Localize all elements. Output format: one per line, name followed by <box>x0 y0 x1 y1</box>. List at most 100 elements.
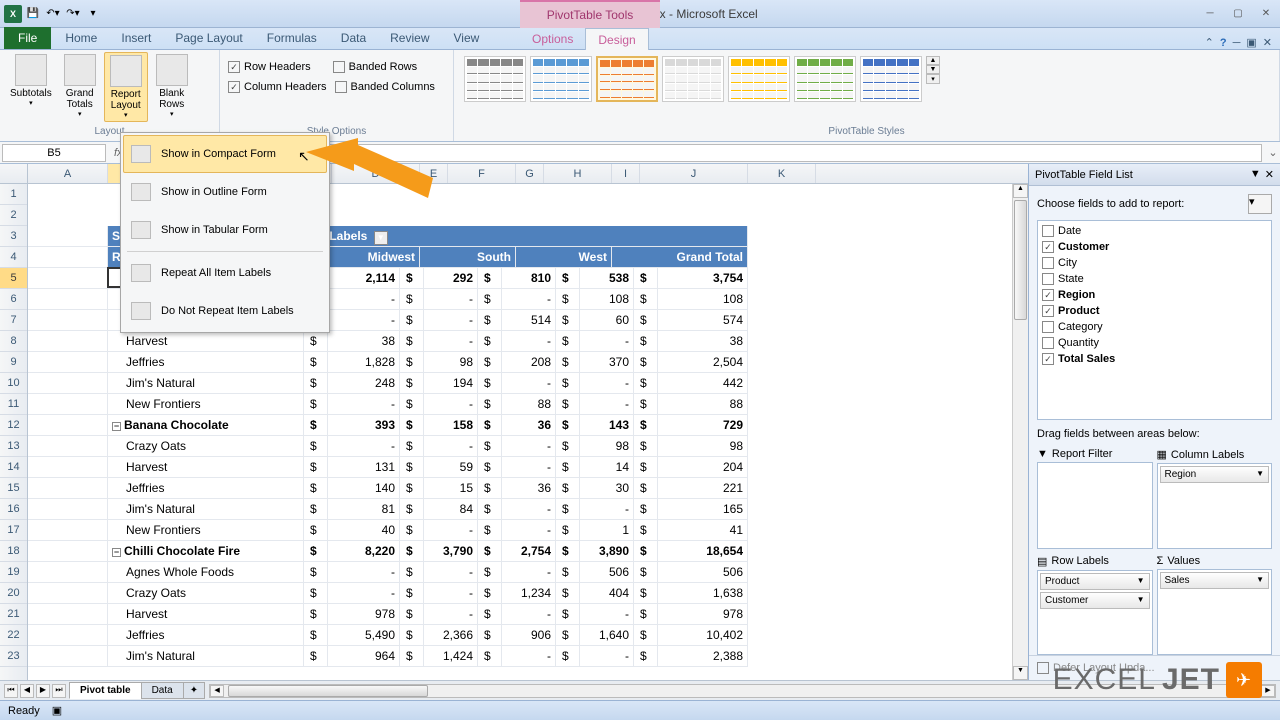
pivot-row-8[interactable]: Harvest$38$-$-$-$38 <box>28 331 748 352</box>
pivot-row-13[interactable]: Crazy Oats$-$-$-$98$98 <box>28 436 748 457</box>
report-layout-button[interactable]: Report Layout▾ <box>104 52 148 122</box>
col-header-H[interactable]: H <box>544 164 612 183</box>
row-headers-checkbox[interactable]: ✓Row Headers <box>226 58 313 76</box>
minimize-button[interactable]: ─ <box>1200 7 1220 21</box>
undo-icon[interactable]: ↶▾ <box>44 5 62 23</box>
style-thumb-4[interactable] <box>728 56 790 102</box>
tab-insert[interactable]: Insert <box>109 27 163 49</box>
field-product[interactable]: ✓Product <box>1040 303 1269 319</box>
redo-icon[interactable]: ↷▾ <box>64 5 82 23</box>
menu-repeat-labels[interactable]: Repeat All Item Labels <box>123 254 327 292</box>
help-icon[interactable]: ? <box>1220 37 1227 49</box>
row-header-19[interactable]: 19 <box>0 562 27 583</box>
row-header-4[interactable]: 4 <box>0 247 27 268</box>
row-header-6[interactable]: 6 <box>0 289 27 310</box>
menu-compact-form[interactable]: Show in Compact Form <box>123 135 327 173</box>
row-header-20[interactable]: 20 <box>0 583 27 604</box>
save-icon[interactable]: 💾 <box>24 5 42 23</box>
gallery-more[interactable]: ▾ <box>926 74 940 84</box>
col-header-K[interactable]: K <box>748 164 816 183</box>
pivot-row-19[interactable]: Agnes Whole Foods$-$-$-$506$506 <box>28 562 748 583</box>
field-city[interactable]: City <box>1040 255 1269 271</box>
row-header-16[interactable]: 16 <box>0 499 27 520</box>
tab-design[interactable]: Design <box>585 28 648 51</box>
grand-totals-button[interactable]: Grand Totals▾ <box>58 52 102 120</box>
close-button[interactable]: ✕ <box>1256 7 1276 21</box>
row-header-1[interactable]: 1 <box>0 184 27 205</box>
field-list-close-icon[interactable]: ✕ <box>1265 168 1274 181</box>
row-header-5[interactable]: 5 <box>0 268 27 289</box>
area-item-customer[interactable]: Customer▼ <box>1040 592 1150 609</box>
sheet-nav-next[interactable]: ▶ <box>36 684 50 698</box>
sheet-nav-last[interactable]: ⏭ <box>52 684 66 698</box>
col-header-E[interactable]: E <box>420 164 448 183</box>
row-header-22[interactable]: 22 <box>0 625 27 646</box>
values-area[interactable]: Sales▼ <box>1157 569 1273 656</box>
tab-formulas[interactable]: Formulas <box>255 27 329 49</box>
style-thumb-1[interactable] <box>530 56 592 102</box>
col-header-I[interactable]: I <box>612 164 640 183</box>
gallery-up[interactable]: ▲ <box>926 56 940 65</box>
column-headers-checkbox[interactable]: ✓Column Headers <box>226 78 329 96</box>
menu-no-repeat-labels[interactable]: Do Not Repeat Item Labels <box>123 292 327 330</box>
style-thumb-0[interactable] <box>464 56 526 102</box>
pivot-row-21[interactable]: Harvest$978$-$-$-$978 <box>28 604 748 625</box>
doc-close-icon[interactable]: ✕ <box>1263 36 1272 49</box>
new-sheet-button[interactable]: ✦ <box>183 682 205 699</box>
excel-icon[interactable]: X <box>4 5 22 23</box>
sheet-tab-data[interactable]: Data <box>141 682 184 699</box>
col-header-G[interactable]: G <box>516 164 544 183</box>
style-thumb-3[interactable] <box>662 56 724 102</box>
tab-data[interactable]: Data <box>329 27 378 49</box>
row-header-18[interactable]: 18 <box>0 541 27 562</box>
pivot-row-17[interactable]: New Frontiers$40$-$-$1$41 <box>28 520 748 541</box>
name-box[interactable]: B5 <box>2 144 106 162</box>
row-header-12[interactable]: 12 <box>0 415 27 436</box>
col-header-A[interactable]: A <box>28 164 108 183</box>
formula-expand-icon[interactable]: ⌄ <box>1266 146 1280 159</box>
pivot-row-14[interactable]: Harvest$131$59$-$14$204 <box>28 457 748 478</box>
doc-restore-icon[interactable]: ▣ <box>1246 36 1256 49</box>
pivot-row-18[interactable]: −Chilli Chocolate Fire$8,220$3,790$2,754… <box>28 541 748 562</box>
row-header-3[interactable]: 3 <box>0 226 27 247</box>
field-list-dropdown-icon[interactable]: ▼ <box>1250 168 1261 181</box>
col-header-D[interactable]: D <box>332 164 420 183</box>
row-header-23[interactable]: 23 <box>0 646 27 667</box>
file-tab[interactable]: File <box>4 27 51 49</box>
row-header-14[interactable]: 14 <box>0 457 27 478</box>
pivot-row-15[interactable]: Jeffries$140$15$36$30$221 <box>28 478 748 499</box>
row-header-17[interactable]: 17 <box>0 520 27 541</box>
doc-minimize-icon[interactable]: ─ <box>1233 37 1241 49</box>
row-header-21[interactable]: 21 <box>0 604 27 625</box>
row-labels-area[interactable]: Product▼ Customer▼ <box>1037 570 1153 656</box>
qat-customize-icon[interactable]: ▾ <box>84 5 102 23</box>
pivot-row-11[interactable]: New Frontiers$-$-$88$-$88 <box>28 394 748 415</box>
subtotals-button[interactable]: Subtotals▾ <box>6 52 56 109</box>
row-header-7[interactable]: 7 <box>0 310 27 331</box>
sheet-nav-prev[interactable]: ◀ <box>20 684 34 698</box>
field-quantity[interactable]: Quantity <box>1040 335 1269 351</box>
field-date[interactable]: Date <box>1040 223 1269 239</box>
col-header-J[interactable]: J <box>640 164 748 183</box>
row-header-11[interactable]: 11 <box>0 394 27 415</box>
banded-rows-checkbox[interactable]: Banded Rows <box>331 58 420 76</box>
area-item-product[interactable]: Product▼ <box>1040 573 1150 590</box>
pivot-row-10[interactable]: Jim's Natural$248$194$-$-$442 <box>28 373 748 394</box>
menu-outline-form[interactable]: Show in Outline Form <box>123 173 327 211</box>
defer-checkbox[interactable] <box>1037 662 1049 674</box>
tab-home[interactable]: Home <box>53 27 109 49</box>
macro-record-icon[interactable]: ▣ <box>52 704 62 717</box>
sheet-nav-first[interactable]: ⏮ <box>4 684 18 698</box>
vertical-scrollbar[interactable]: ▲ ▼ <box>1012 184 1028 680</box>
col-header-F[interactable]: F <box>448 164 516 183</box>
tab-review[interactable]: Review <box>378 27 441 49</box>
pivot-row-22[interactable]: Jeffries$5,490$2,366$906$1,640$10,402 <box>28 625 748 646</box>
pivot-row-20[interactable]: Crazy Oats$-$-$1,234$404$1,638 <box>28 583 748 604</box>
select-all-corner[interactable] <box>0 164 28 183</box>
blank-rows-button[interactable]: Blank Rows▾ <box>150 52 194 120</box>
pivot-row-16[interactable]: Jim's Natural$81$84$-$-$165 <box>28 499 748 520</box>
field-state[interactable]: State <box>1040 271 1269 287</box>
row-header-10[interactable]: 10 <box>0 373 27 394</box>
fields-checklist[interactable]: Date✓CustomerCityState✓Region✓ProductCat… <box>1037 220 1272 420</box>
row-header-8[interactable]: 8 <box>0 331 27 352</box>
